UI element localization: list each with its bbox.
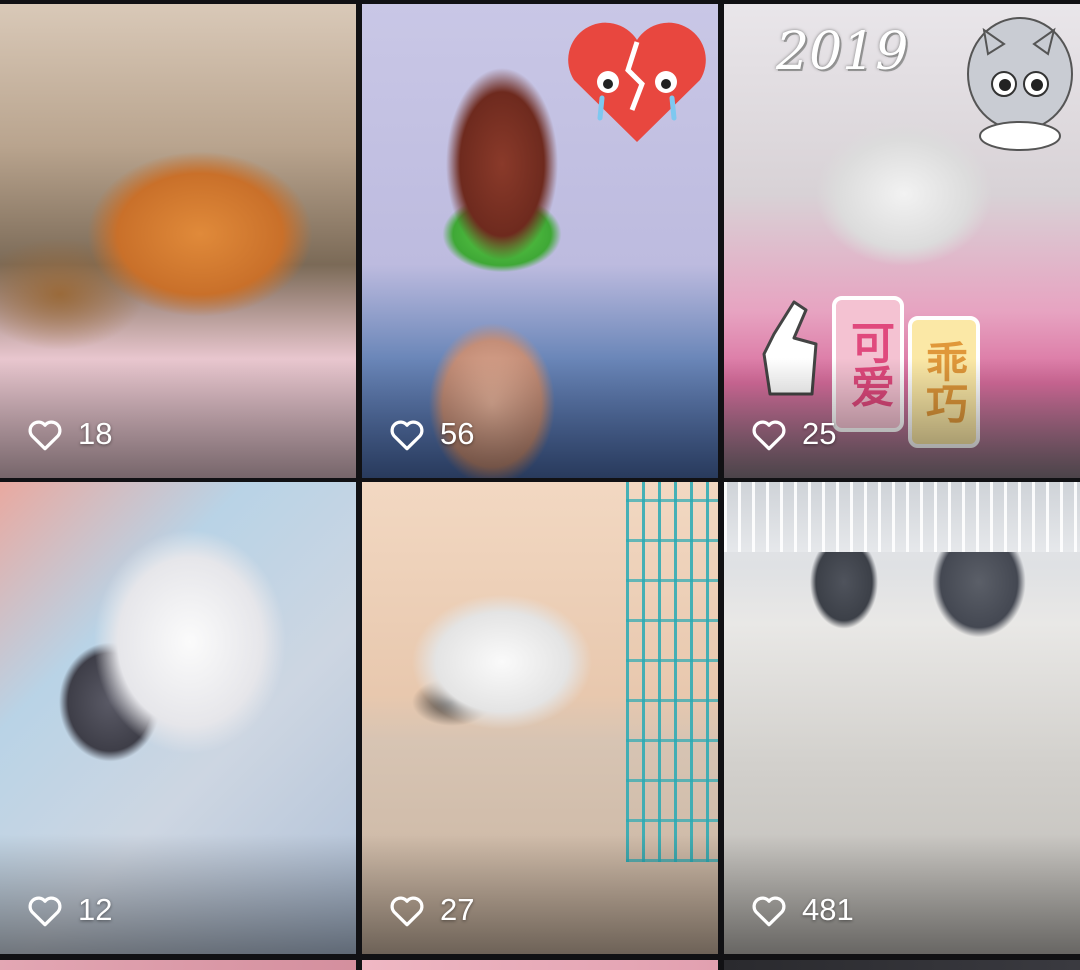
heart-outline-icon [390,896,424,927]
year-sticker: 2019 [776,22,909,82]
like-count: 481 [750,892,854,928]
broken-heart-sticker-icon [568,22,706,143]
video-thumbnail-7[interactable] [0,960,356,970]
video-thumbnail-1[interactable]: 18 [0,4,356,478]
heart-outline-icon [390,420,424,451]
video-grid: 18 56 2019 可爱 [0,0,1080,970]
like-count: 56 [388,416,474,452]
like-count: 27 [388,892,474,928]
like-count: 12 [26,892,112,928]
video-thumbnail-4[interactable]: 12 [0,482,356,954]
cage-bars [724,482,1080,552]
like-count-value: 481 [802,892,854,927]
like-count-value: 56 [440,416,475,451]
video-thumbnail-6[interactable]: 481 [724,482,1080,954]
video-thumbnail-2[interactable]: 56 [362,4,718,478]
video-thumbnail-3[interactable]: 2019 可爱 乖巧 25 [724,4,1080,478]
cartoon-cat-sticker-icon [967,17,1073,151]
video-thumbnail-8[interactable] [362,960,718,970]
video-thumbnail-5[interactable]: 27 [362,482,718,954]
like-count-value: 12 [78,892,113,927]
cage-bars [626,482,718,862]
video-thumbnail-9[interactable] [724,960,1080,970]
like-count-value: 25 [802,416,837,451]
like-count: 18 [26,416,112,452]
heart-outline-icon [28,420,62,451]
like-count-value: 18 [78,416,113,451]
heart-outline-icon [752,420,786,451]
like-count-value: 27 [440,892,475,927]
heart-outline-icon [28,896,62,927]
like-count: 25 [750,416,836,452]
heart-outline-icon [752,896,786,927]
